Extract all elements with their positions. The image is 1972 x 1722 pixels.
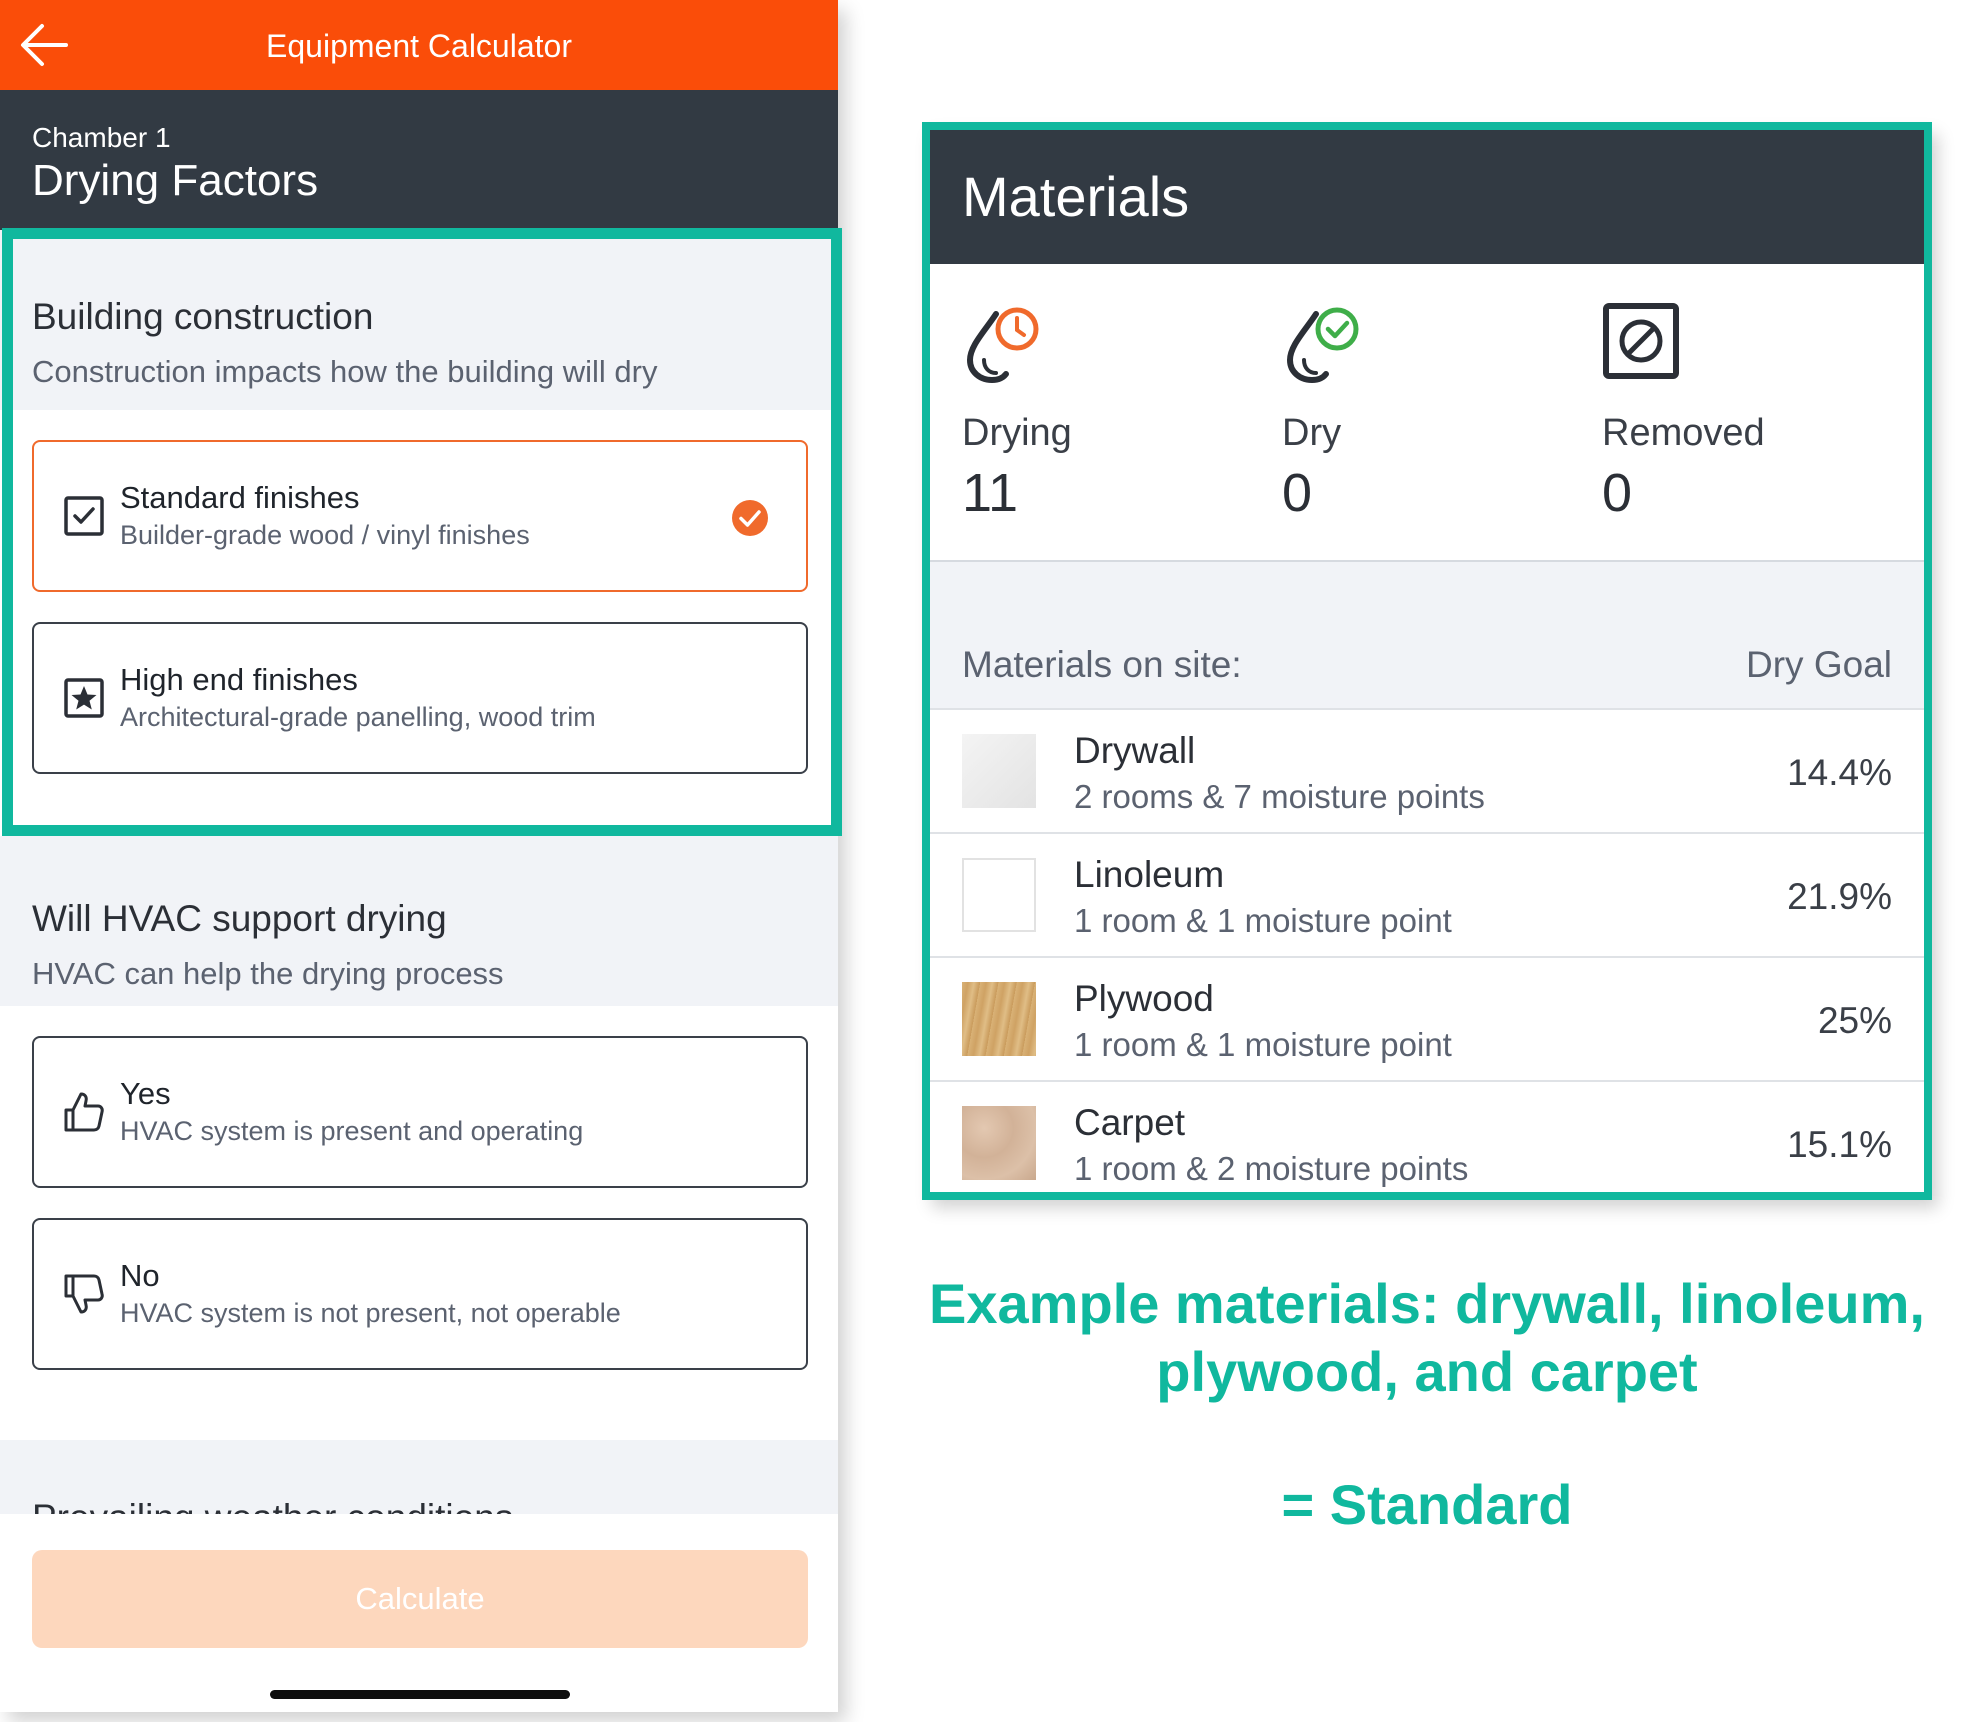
page-title: Drying Factors (32, 156, 319, 205)
material-swatch (962, 858, 1036, 932)
material-detail: 1 room & 1 moisture point (1074, 1026, 1452, 1063)
material-swatch (962, 982, 1036, 1056)
star-square-icon (64, 678, 104, 718)
section-title: Will HVAC support drying (32, 898, 447, 939)
stat-dry[interactable]: Dry 0 (1282, 302, 1582, 523)
stat-value: 0 (1602, 463, 1633, 523)
stat-value: 0 (1282, 463, 1313, 523)
stat-label: Removed (1602, 412, 1765, 454)
material-name: Carpet (1074, 1102, 1186, 1143)
material-swatch (962, 1106, 1036, 1180)
home-indicator (270, 1690, 570, 1699)
selected-check-icon (732, 500, 768, 536)
option-title: Yes (120, 1076, 171, 1111)
app-top-bar: Equipment Calculator (0, 0, 838, 90)
stat-removed[interactable]: Removed 0 (1602, 302, 1902, 523)
weather-section-title: Prevailing weather conditions (32, 1490, 513, 1514)
materials-header: Materials (924, 124, 1930, 264)
building-construction-section-header: Building construction Construction impac… (0, 230, 838, 410)
option-standard-finishes[interactable]: Standard finishes Builder-grade wood / v… (32, 440, 808, 592)
material-dry-goal: 25% (1817, 1000, 1892, 1041)
building-options: Standard finishes Builder-grade wood / v… (0, 410, 838, 836)
app-title: Equipment Calculator (266, 28, 572, 64)
option-title: High end finishes (120, 662, 358, 697)
material-detail: 1 room & 2 moisture points (1074, 1150, 1469, 1187)
material-dry-goal: 15.1% (1787, 1124, 1892, 1165)
section-description: Construction impacts how the building wi… (32, 354, 658, 389)
material-name: Drywall (1074, 730, 1196, 771)
annotation-line-2: plywood, and carpet (1156, 1340, 1698, 1403)
material-dry-goal: 14.4% (1787, 752, 1892, 793)
section-description: HVAC can help the drying process (32, 956, 504, 991)
material-swatch (962, 734, 1036, 808)
stat-drying[interactable]: Drying 11 (962, 302, 1262, 523)
materials-on-site-label: Materials on site: (962, 644, 1242, 685)
materials-title: Materials (962, 165, 1190, 228)
material-detail: 1 room & 1 moisture point (1074, 902, 1452, 939)
section-title: Building construction (32, 296, 374, 337)
annotation-line-1: Example materials: drywall, linoleum, (929, 1272, 1925, 1335)
material-row-carpet[interactable]: Carpet 1 room & 2 moisture points 15.1% (924, 1080, 1930, 1198)
chamber-label: Chamber 1 (32, 122, 171, 153)
annotation-text: Example materials: drywall, linoleum, pl… (924, 1270, 1930, 1406)
checkbox-square-icon (64, 496, 104, 536)
calculate-button[interactable]: Calculate (32, 1550, 808, 1648)
drop-check-icon (1286, 307, 1359, 384)
removed-square-icon (1603, 303, 1679, 379)
material-name: Linoleum (1074, 854, 1225, 895)
annotation-equals-standard: = Standard (1281, 1473, 1573, 1536)
hvac-options: Yes HVAC system is present and operating… (0, 1006, 838, 1440)
material-row-linoleum[interactable]: Linoleum 1 room & 1 moisture point 21.9% (924, 832, 1930, 956)
stat-value: 11 (962, 463, 1019, 523)
bottom-action-bar: Calculate (0, 1514, 838, 1712)
option-title: No (120, 1258, 160, 1293)
option-hvac-yes[interactable]: Yes HVAC system is present and operating (32, 1036, 808, 1188)
option-high-end-finishes[interactable]: High end finishes Architectural-grade pa… (32, 622, 808, 774)
stat-label: Dry (1282, 412, 1342, 454)
option-title: Standard finishes (120, 480, 360, 515)
chamber-header: Chamber 1 Drying Factors (0, 90, 838, 230)
material-name: Plywood (1074, 978, 1214, 1019)
dry-goal-label: Dry Goal (1746, 644, 1892, 685)
thumbs-up-icon (64, 1092, 104, 1132)
option-subtitle: Architectural-grade panelling, wood trim (120, 702, 596, 732)
material-row-drywall[interactable]: Drywall 2 rooms & 7 moisture points 14.4… (924, 708, 1930, 832)
material-dry-goal: 21.9% (1787, 876, 1892, 917)
material-detail: 2 rooms & 7 moisture points (1074, 778, 1485, 815)
option-subtitle: HVAC system is not present, not operable (120, 1298, 621, 1328)
stat-label: Drying (962, 412, 1072, 454)
drop-clock-icon (966, 307, 1039, 384)
material-row-plywood[interactable]: Plywood 1 room & 1 moisture point 25% (924, 956, 1930, 1080)
hvac-section-header: Will HVAC support drying HVAC can help t… (0, 836, 838, 1006)
option-subtitle: Builder-grade wood / vinyl finishes (120, 520, 530, 550)
thumbs-down-icon (64, 1274, 104, 1314)
materials-list-header: Materials on site: Dry Goal (924, 562, 1930, 708)
equipment-calculator-screen: Equipment Calculator Chamber 1 Drying Fa… (0, 0, 838, 1712)
materials-card: Materials Drying 11 Dry 0 Removed 0 Mate… (924, 124, 1930, 1198)
option-subtitle: HVAC system is present and operating (120, 1116, 584, 1146)
option-hvac-no[interactable]: No HVAC system is not present, not opera… (32, 1218, 808, 1370)
